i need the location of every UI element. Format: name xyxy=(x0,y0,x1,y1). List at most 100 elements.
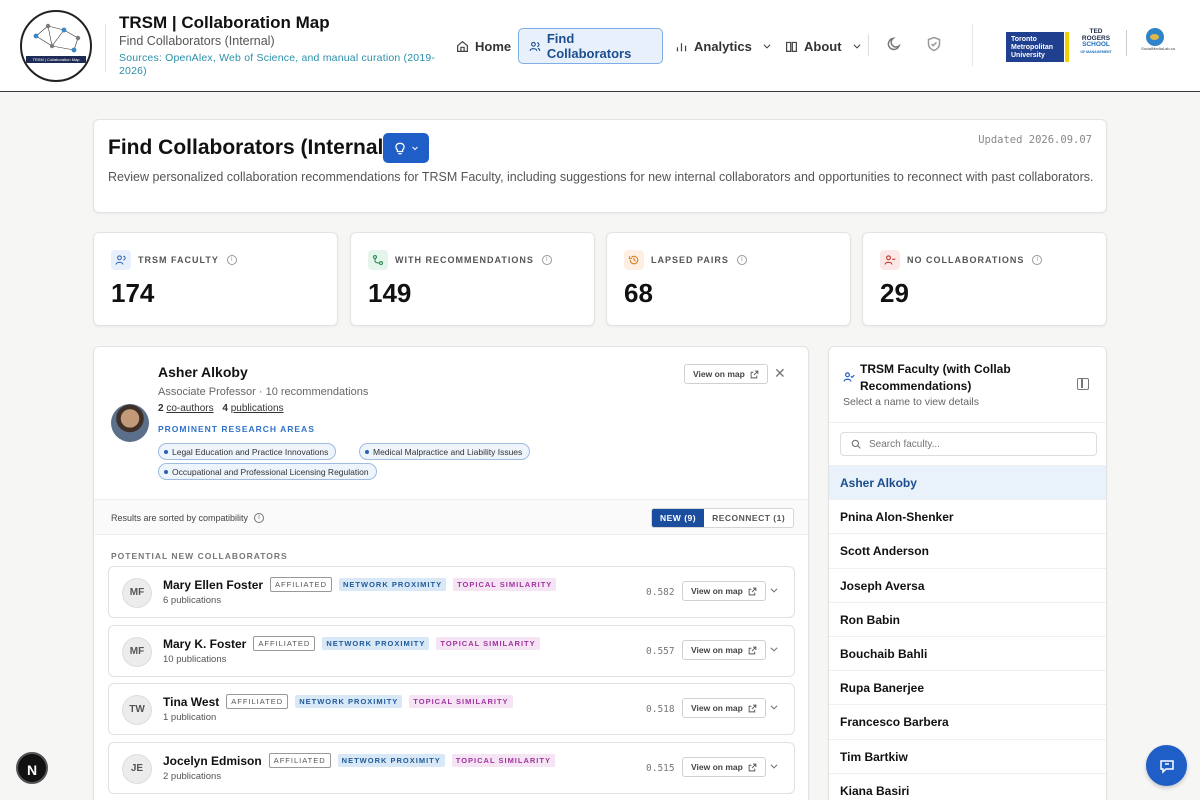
book-icon xyxy=(786,41,797,52)
research-area-tag[interactable]: Occupational and Professional Licensing … xyxy=(158,463,377,480)
search-icon xyxy=(851,439,861,449)
view-on-map-button[interactable]: View on map xyxy=(684,364,768,384)
initials-avatar: JE xyxy=(122,754,152,784)
chevron-down-icon[interactable] xyxy=(769,644,779,654)
coauthors-link[interactable]: co-authors xyxy=(166,403,213,414)
view-on-map-button[interactable]: View on map xyxy=(682,581,766,601)
info-icon[interactable]: i xyxy=(1032,255,1043,265)
moon-icon[interactable] xyxy=(887,36,903,52)
nav-find-collaborators[interactable]: Find Collaborators xyxy=(518,28,663,64)
app-logo[interactable]: TRSM | Collaboration Map xyxy=(20,10,92,82)
info-icon[interactable]: i xyxy=(736,255,747,265)
info-icon[interactable]: i xyxy=(541,255,552,265)
faculty-panel-title: TRSM Faculty (with Collab Recommendation… xyxy=(860,362,1011,393)
recommendation-row[interactable]: JE Jocelyn Edmison AFFILIATED NETWORK PR… xyxy=(108,742,795,794)
sources-note: Sources: OpenAlex, Web of Science, and m… xyxy=(119,52,436,77)
page-description: Review personalized collaboration recomm… xyxy=(108,170,1094,184)
profile-role: Associate Professor · 10 recommendations xyxy=(158,386,369,398)
nav-analytics[interactable]: Analytics xyxy=(665,28,782,64)
close-icon[interactable]: ✕ xyxy=(774,366,786,380)
view-on-map-button[interactable]: View on map xyxy=(682,640,766,660)
faculty-item[interactable]: Tim Bartkiw xyxy=(829,738,1106,773)
logo-text: TRSM | Collaboration Map xyxy=(26,56,86,63)
initials-avatar: MF xyxy=(122,637,152,667)
view-on-map-button[interactable]: View on map xyxy=(682,698,766,718)
tab-reconnect[interactable]: RECONNECT (1) xyxy=(704,509,793,527)
topical-similarity-badge: TOPICAL SIMILARITY xyxy=(436,637,540,650)
research-areas-heading: PROMINENT RESEARCH AREAS xyxy=(158,424,315,434)
faculty-item[interactable]: Ron Babin xyxy=(829,601,1106,636)
app-title: TRSM | Collaboration Map xyxy=(119,13,330,32)
info-icon[interactable]: i xyxy=(226,255,237,265)
social-media-lab-logo[interactable]: SocialMediaLab.ca xyxy=(1138,28,1178,54)
chevron-down-icon[interactable] xyxy=(769,702,779,712)
chevron-down-icon[interactable] xyxy=(769,585,779,595)
updated-date: Updated 2026.09.07 xyxy=(978,134,1092,146)
faculty-search xyxy=(840,432,1097,456)
recommendation-row[interactable]: TW Tina West AFFILIATED NETWORK PROXIMIT… xyxy=(108,683,795,735)
stat-label: LAPSED PAIRS i xyxy=(651,255,747,265)
faculty-item[interactable]: Joseph Aversa xyxy=(829,567,1106,602)
stat-value: 149 xyxy=(368,278,412,308)
publications-link[interactable]: publications xyxy=(231,403,284,414)
app-header: TRSM | Collaboration Map TRSM | Collabor… xyxy=(0,0,1200,92)
faculty-panel-subtitle: Select a name to view details xyxy=(843,396,979,408)
profile-stats: 2 co-authors 4 publications xyxy=(158,403,284,414)
collaborator-name: Mary Ellen Foster xyxy=(163,577,264,592)
ted-rogers-logo[interactable]: TED ROGERS SCHOOL OF MANAGEMENT xyxy=(1074,28,1118,55)
faculty-item[interactable]: Scott Anderson xyxy=(829,533,1106,567)
info-icon[interactable]: i xyxy=(254,513,265,523)
megaphone-icon xyxy=(1159,759,1174,774)
chevron-down-icon xyxy=(763,44,771,49)
faculty-item[interactable]: Bouchaib Bahli xyxy=(829,635,1106,670)
compatibility-score: 0.515 xyxy=(646,763,675,774)
shield-icon[interactable] xyxy=(926,36,942,52)
faculty-item[interactable]: Pnina Alon-Shenker xyxy=(829,499,1106,533)
nav-about[interactable]: About xyxy=(775,28,872,64)
collaborator-detail-panel: Asher Alkoby Associate Professor · 10 re… xyxy=(93,346,809,800)
recommendation-row[interactable]: MF Mary Ellen Foster AFFILIATED NETWORK … xyxy=(108,566,795,618)
research-area-tag[interactable]: Medical Malpractice and Liability Issues xyxy=(359,443,531,460)
n-floating-button[interactable]: N xyxy=(16,752,48,784)
user-check-icon xyxy=(843,372,855,382)
bar-chart-icon xyxy=(676,42,687,51)
external-link-icon xyxy=(748,704,757,712)
history-icon xyxy=(624,250,644,270)
globe-icon xyxy=(1146,28,1164,46)
stat-label: TRSM FACULTY i xyxy=(138,255,237,265)
compatibility-score: 0.518 xyxy=(646,704,675,715)
view-on-map-button[interactable]: View on map xyxy=(682,757,766,777)
collapse-panel-icon[interactable] xyxy=(1077,378,1089,390)
search-input[interactable] xyxy=(869,438,1079,450)
faculty-list-panel: TRSM Faculty (with Collab Recommendation… xyxy=(828,346,1107,800)
publication-count: 6 publications xyxy=(163,595,222,606)
nav-home[interactable]: Home xyxy=(446,28,521,64)
stat-label: NO COLLABORATIONS i xyxy=(907,255,1043,265)
route-icon xyxy=(368,250,388,270)
tips-button[interactable] xyxy=(383,133,429,163)
research-area-tag[interactable]: Legal Education and Practice Innovations xyxy=(158,443,337,460)
home-icon xyxy=(457,40,468,52)
faculty-item-selected[interactable]: Asher Alkoby xyxy=(829,465,1106,500)
tmu-logo[interactable]: Toronto Metropolitan University xyxy=(1006,32,1064,62)
external-link-icon xyxy=(748,763,757,771)
stat-card-lapsed-pairs: LAPSED PAIRS i 68 xyxy=(606,232,851,326)
header-divider xyxy=(972,24,973,66)
stat-card-faculty: TRSM FACULTY i 174 xyxy=(93,232,338,326)
external-link-icon xyxy=(748,646,757,654)
tab-new[interactable]: NEW (9) xyxy=(652,509,705,527)
faculty-item[interactable]: Francesco Barbera xyxy=(829,704,1106,738)
faculty-list: Asher Alkoby Pnina Alon-Shenker Scott An… xyxy=(829,465,1106,800)
faculty-item[interactable]: Rupa Banerjee xyxy=(829,670,1106,704)
compatibility-score: 0.582 xyxy=(646,587,675,598)
app-subtitle: Find Collaborators (Internal) xyxy=(119,34,275,48)
compatibility-score: 0.557 xyxy=(646,646,675,657)
chevron-down-icon[interactable] xyxy=(769,761,779,771)
faculty-item[interactable]: Kiana Basiri xyxy=(829,772,1106,800)
feedback-button[interactable] xyxy=(1146,745,1187,786)
nav-find-label: Find Collaborators xyxy=(546,31,632,61)
recommendation-row[interactable]: MF Mary K. Foster AFFILIATED NETWORK PRO… xyxy=(108,625,795,677)
stat-value: 68 xyxy=(624,278,653,308)
divider xyxy=(829,422,1106,423)
sort-bar: Results are sorted by compatibility i NE… xyxy=(94,499,808,535)
